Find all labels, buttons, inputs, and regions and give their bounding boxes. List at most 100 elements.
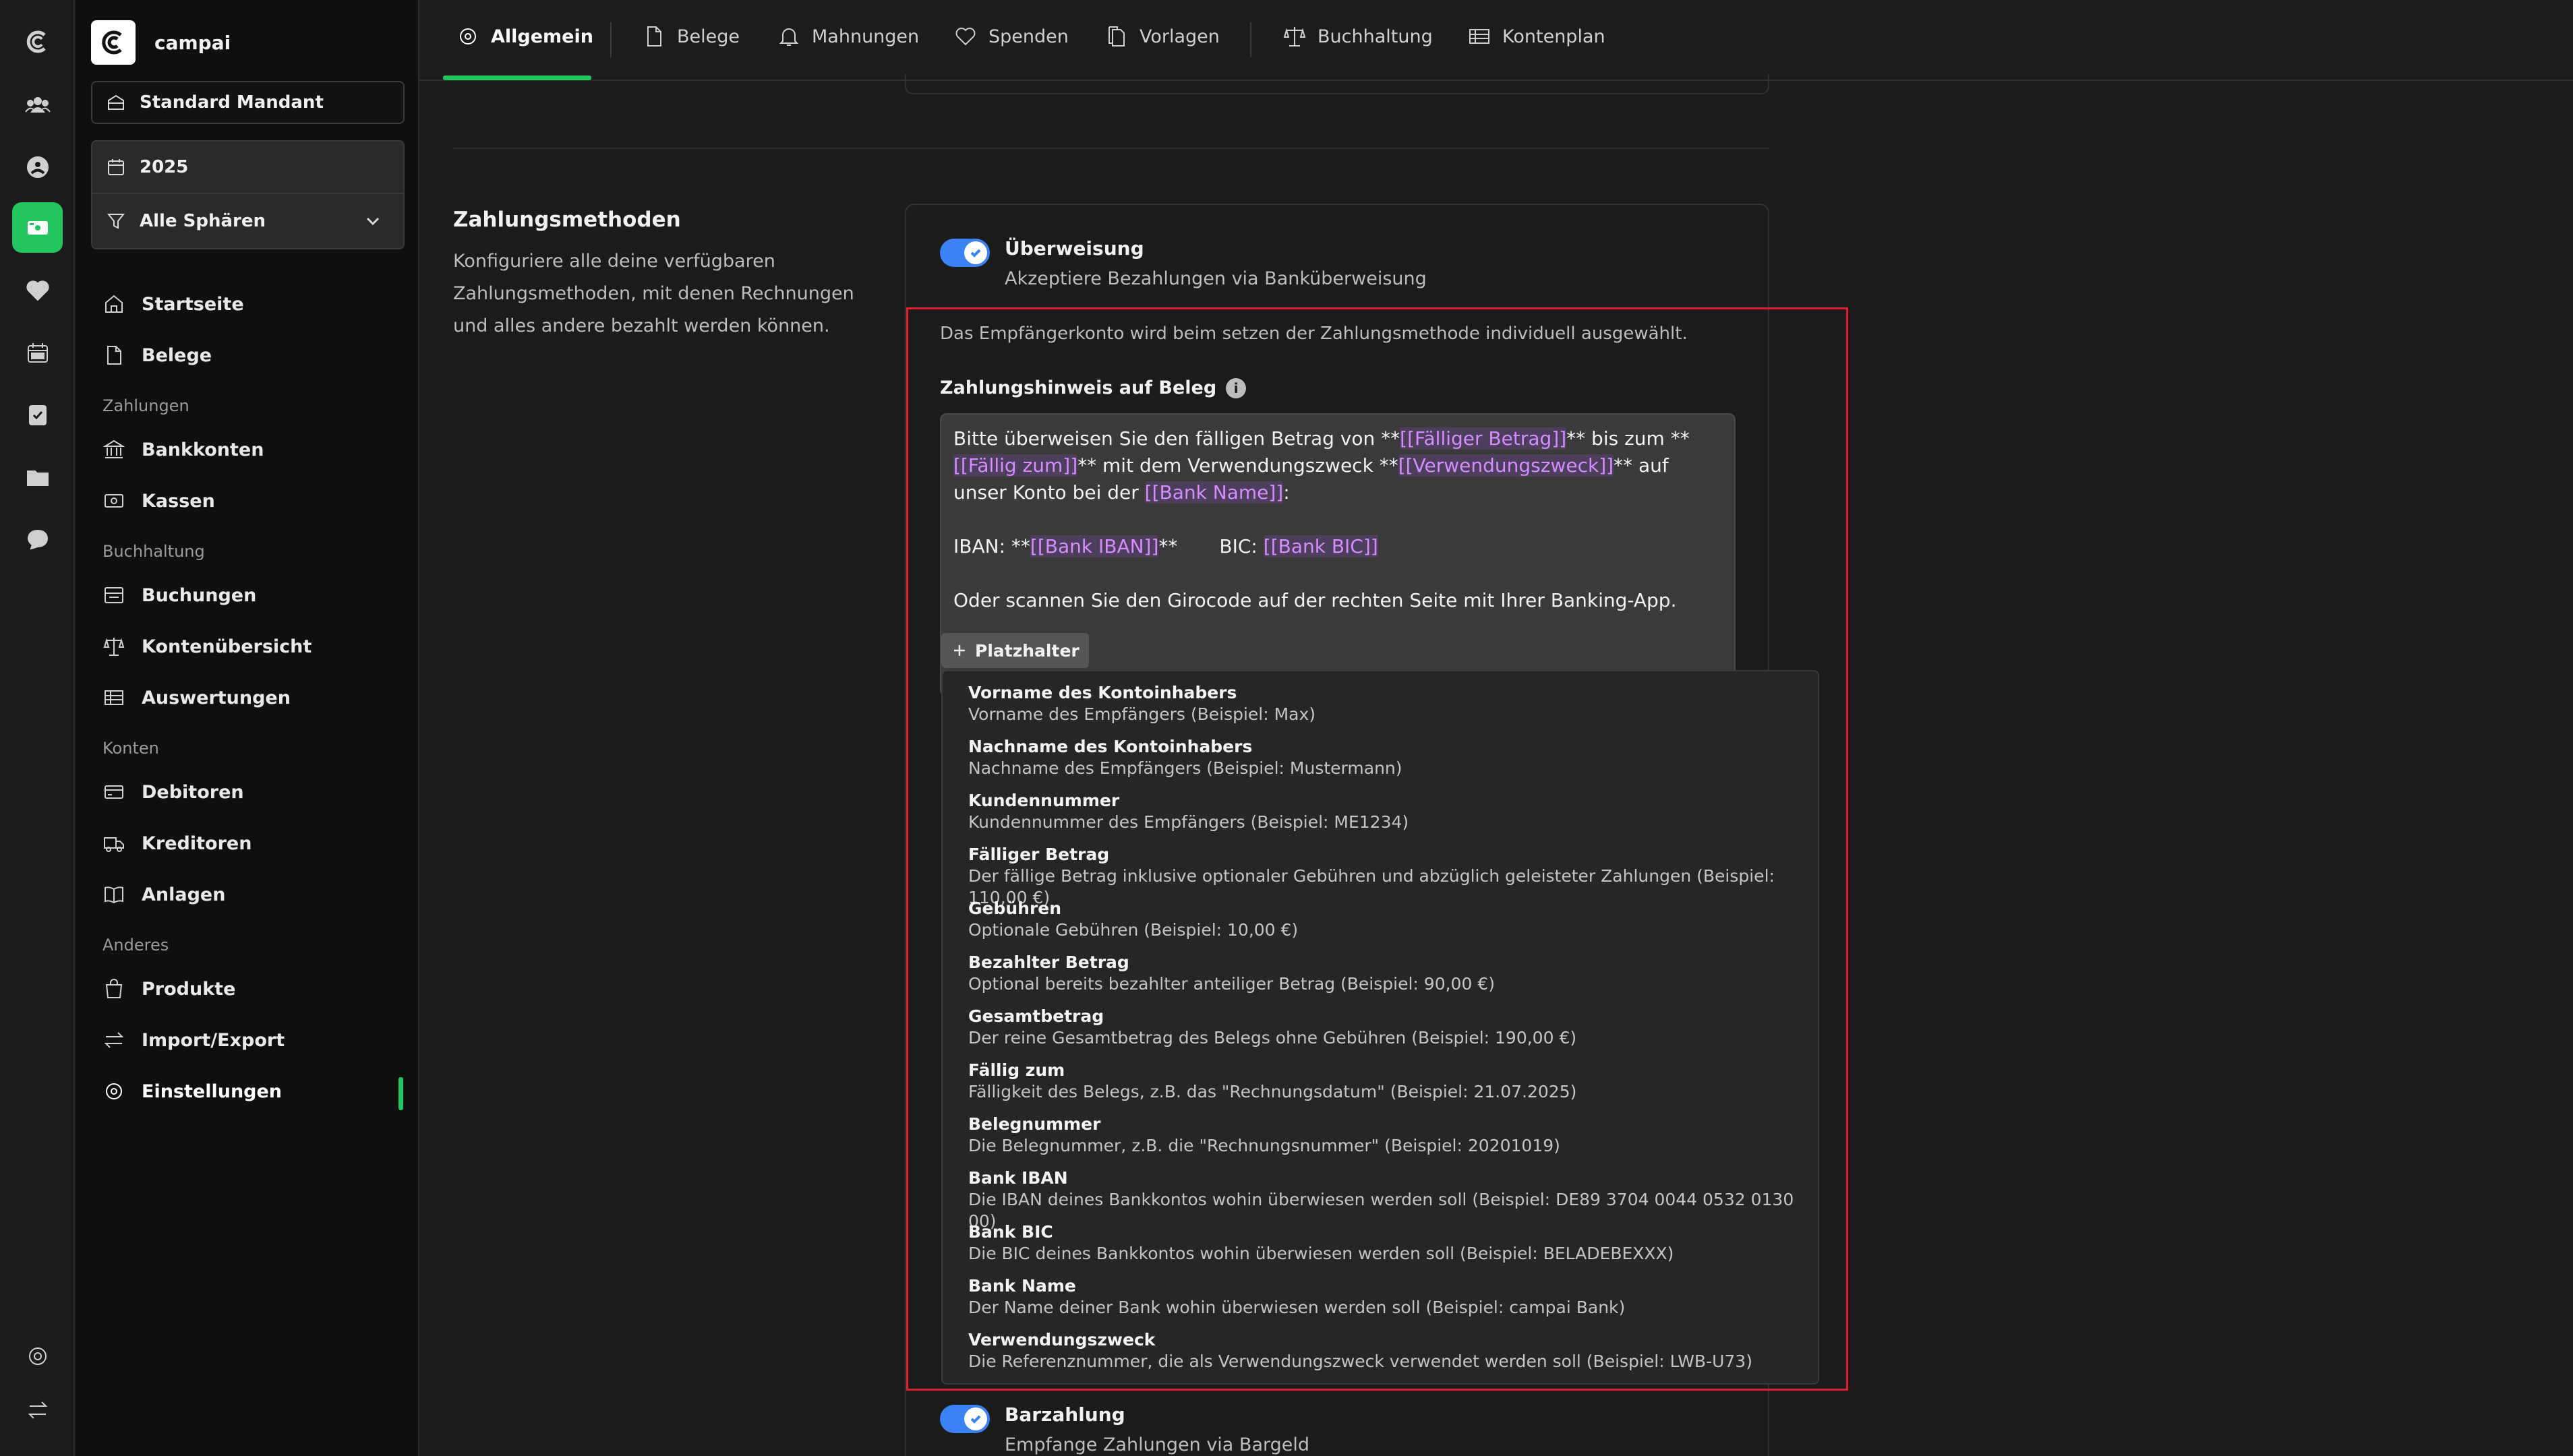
nav-label: Bankkonten (142, 439, 264, 460)
toggle-knob (964, 241, 987, 264)
mandant-selector[interactable]: Standard Mandant (91, 81, 405, 124)
section-title: Zahlungsmethoden (453, 208, 681, 232)
tab-mahnungen[interactable]: Mahnungen (777, 24, 919, 49)
bell-icon (779, 28, 799, 46)
tab-label: Buchhaltung (1318, 26, 1433, 47)
nav-group-zahlungen: Zahlungen (102, 396, 189, 415)
folder-icon[interactable] (12, 452, 63, 502)
nav-group-konten: Konten (102, 739, 159, 758)
scale-icon (103, 638, 125, 656)
section-description: Konfiguriere alle deine verfügbaren Zahl… (453, 251, 854, 336)
previous-card (905, 74, 1769, 94)
tab-separator (610, 22, 612, 57)
copy-icon (1108, 26, 1125, 47)
nav-label: Kassen (142, 490, 215, 512)
heart-icon (955, 28, 976, 46)
campai-logo-icon[interactable] (12, 16, 63, 67)
nav-item-anlagen[interactable]: Anlagen (102, 883, 225, 906)
tab-label: Vorlagen (1140, 26, 1220, 47)
user-circle-icon[interactable] (12, 142, 63, 192)
chat-icon[interactable] (12, 514, 63, 564)
nav-item-kassen[interactable]: Kassen (102, 489, 215, 512)
scale-icon (1283, 27, 1306, 47)
nav-item-produkte[interactable]: Produkte (102, 977, 235, 1000)
calendar-icon[interactable] (12, 328, 63, 378)
finance-icon[interactable] (12, 202, 63, 253)
year-selector[interactable]: 2025 (91, 140, 405, 194)
cash-toggle[interactable] (940, 1405, 990, 1433)
sphere-filter-label: Alle Sphären (140, 211, 266, 231)
nav-label: Buchungen (142, 584, 257, 606)
tab-separator (1250, 22, 1251, 57)
tab-kontenplan[interactable]: Kontenplan (1467, 24, 1605, 49)
sphere-filter[interactable]: Alle Sphären (91, 193, 405, 249)
nav-group-anderes: Anderes (102, 936, 169, 954)
members-icon[interactable] (12, 80, 63, 130)
tab-allgemein[interactable]: Allgemein (456, 24, 593, 49)
nav-item-einstellungen[interactable]: Einstellungen (102, 1080, 282, 1103)
truck-icon (104, 837, 124, 852)
campai-logo-icon (91, 20, 136, 65)
nav-item-kontenuebersicht[interactable]: Kontenübersicht (102, 635, 312, 658)
transfer-subtitle: Akzeptiere Bezahlungen via Banküberweisu… (1005, 268, 1427, 289)
nav-label: Kreditoren (142, 832, 252, 854)
tab-spenden[interactable]: Spenden (953, 24, 1069, 49)
transfer-title: Überweisung (1005, 237, 1144, 260)
nav-item-import-export[interactable]: Import/Export (102, 1029, 285, 1052)
gear-icon (106, 1083, 122, 1099)
year-label: 2025 (140, 157, 189, 177)
nav-group-buchhaltung: Buchhaltung (102, 542, 205, 561)
transfer-toggle[interactable] (940, 239, 990, 267)
settings-gear-icon[interactable] (12, 1331, 63, 1381)
tab-vorlagen[interactable]: Vorlagen (1104, 24, 1220, 49)
nav-item-kreditoren[interactable]: Kreditoren (102, 832, 252, 855)
nav-label: Debitoren (142, 781, 244, 803)
nav-item-debitoren[interactable]: Debitoren (102, 781, 244, 803)
tab-label: Belege (677, 26, 740, 47)
nav-label: Auswertungen (142, 687, 291, 708)
tab-buchhaltung[interactable]: Buchhaltung (1282, 24, 1433, 49)
toggle-knob (964, 1407, 987, 1430)
settings-tabs: Allgemein Belege Mahnungen Spenden Vorla… (419, 0, 2573, 81)
gear-icon (460, 28, 476, 44)
tab-label: Spenden (988, 26, 1069, 47)
tab-label: Kontenplan (1502, 26, 1605, 47)
tab-belege[interactable]: Belege (642, 24, 740, 49)
highlight-frame (906, 307, 1848, 1391)
brand[interactable]: campai (91, 20, 231, 65)
nav-item-buchungen[interactable]: Buchungen (102, 584, 256, 607)
nav-label: Kontenübersicht (142, 636, 312, 657)
heart-icon[interactable] (12, 266, 63, 316)
sidebar: campai Standard Mandant 2025 Alle Sphäre… (76, 0, 419, 1456)
calendar-icon (108, 159, 124, 175)
tab-label: Mahnungen (812, 26, 920, 47)
document-icon (647, 26, 661, 47)
table-icon (105, 690, 123, 705)
nav-label: Einstellungen (142, 1081, 283, 1102)
nav-item-belege[interactable]: Belege (102, 344, 212, 367)
brand-name: campai (154, 31, 231, 54)
credit-card-icon (105, 785, 123, 799)
table-icon (1469, 29, 1489, 44)
shopping-bag-icon (105, 979, 123, 998)
nav-item-bankkonten[interactable]: Bankkonten (102, 438, 264, 461)
nav-item-auswertungen[interactable]: Auswertungen (102, 686, 291, 709)
book-icon (105, 886, 123, 904)
nav-item-startseite[interactable]: Startseite (102, 293, 244, 315)
building-icon (108, 94, 124, 110)
document-icon (107, 346, 121, 365)
cash-title: Barzahlung (1005, 1403, 1125, 1426)
switch-arrows-icon[interactable] (12, 1385, 63, 1435)
section-divider (453, 148, 1769, 149)
tasks-icon[interactable] (12, 390, 63, 440)
home-icon (105, 295, 123, 313)
tab-label: Allgemein (491, 26, 593, 47)
inbox-icon (105, 587, 123, 603)
check-icon (970, 1415, 981, 1424)
active-indicator (398, 1077, 403, 1110)
nav-label: Anlagen (142, 884, 226, 905)
cash-subtitle: Empfange Zahlungen via Bargeld (1005, 1434, 1310, 1455)
bank-icon (102, 439, 125, 458)
mandant-label: Standard Mandant (140, 92, 324, 113)
arrows-exchange-icon (104, 1032, 124, 1048)
